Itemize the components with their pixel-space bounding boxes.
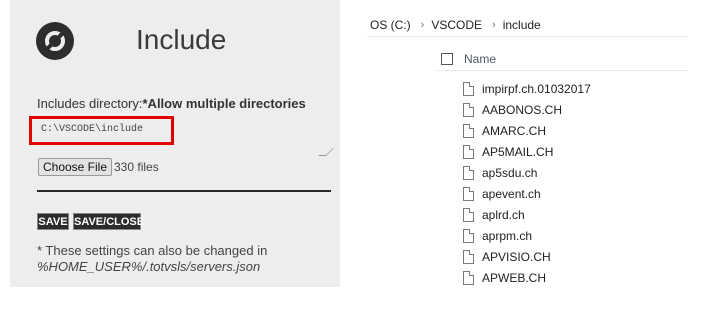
file-row[interactable]: AP5MAIL.CH xyxy=(463,141,683,162)
file-list-header: Name xyxy=(435,47,687,71)
file-name: aplrd.ch xyxy=(482,207,525,222)
file-row[interactable]: aplrd.ch xyxy=(463,204,683,225)
file-name: APWEB.CH xyxy=(482,270,547,285)
file-name: APVISIO.CH xyxy=(482,249,551,264)
file-icon xyxy=(463,249,474,264)
file-name: impirpf.ch.01032017 xyxy=(482,81,591,96)
select-all-checkbox[interactable] xyxy=(441,53,453,65)
file-row[interactable]: APWEB.CH xyxy=(463,267,683,288)
file-row[interactable]: ap5sdu.ch xyxy=(463,162,683,183)
file-row[interactable]: AMARC.CH xyxy=(463,120,683,141)
file-icon xyxy=(463,81,474,96)
breadcrumb-item-include[interactable]: include xyxy=(500,18,547,32)
file-row[interactable]: APVISIO.CH xyxy=(463,246,683,267)
breadcrumb-item-vscode[interactable]: VSCODE xyxy=(428,18,488,32)
file-icon xyxy=(463,228,474,243)
settings-panel: Include Includes directory:*Allow multip… xyxy=(10,0,340,287)
save-close-button[interactable]: SAVE/CLOSE xyxy=(73,213,144,230)
file-row[interactable]: aprpm.ch xyxy=(463,225,683,246)
chevron-right-icon[interactable]: › xyxy=(417,19,429,31)
file-row[interactable]: apevent.ch xyxy=(463,183,683,204)
column-header-name[interactable]: Name xyxy=(464,52,496,66)
file-icon xyxy=(463,207,474,222)
file-icon xyxy=(463,165,474,180)
note-text: * These settings can also be changed in xyxy=(37,243,268,258)
totvs-logo-icon xyxy=(36,22,74,60)
breadcrumb: OS (C:) › VSCODE › include xyxy=(367,13,687,37)
includes-directory-label: Includes directory:*Allow multiple direc… xyxy=(37,96,306,111)
breadcrumb-item-drive[interactable]: OS (C:) xyxy=(367,18,417,32)
directory-value: C:\VSCODE\include xyxy=(41,124,144,135)
choose-file-button[interactable]: Choose File xyxy=(38,158,112,176)
chevron-right-icon[interactable]: › xyxy=(488,19,500,31)
files-count: 330 files xyxy=(114,160,159,174)
file-icon xyxy=(463,270,474,285)
file-icon xyxy=(463,186,474,201)
file-name: apevent.ch xyxy=(482,186,541,201)
file-icon xyxy=(463,102,474,117)
file-name: aprpm.ch xyxy=(482,228,533,243)
file-row[interactable]: impirpf.ch.01032017 xyxy=(463,78,683,99)
file-name: AMARC.CH xyxy=(482,123,547,138)
file-row[interactable]: AABONOS.CH xyxy=(463,99,683,120)
file-icon xyxy=(463,123,474,138)
page-title: Include xyxy=(136,24,227,55)
settings-note: * These settings can also be changed in … xyxy=(37,243,337,275)
divider xyxy=(37,190,331,192)
note-path: %HOME_USER%/.totvsls/servers.json xyxy=(37,259,261,274)
file-list: impirpf.ch.01032017 AABONOS.CH AMARC.CH … xyxy=(463,78,683,288)
file-name: AP5MAIL.CH xyxy=(482,144,554,159)
file-name: ap5sdu.ch xyxy=(482,165,538,180)
file-name: AABONOS.CH xyxy=(482,102,563,117)
save-button[interactable]: SAVE xyxy=(37,213,69,230)
file-icon xyxy=(463,144,474,159)
